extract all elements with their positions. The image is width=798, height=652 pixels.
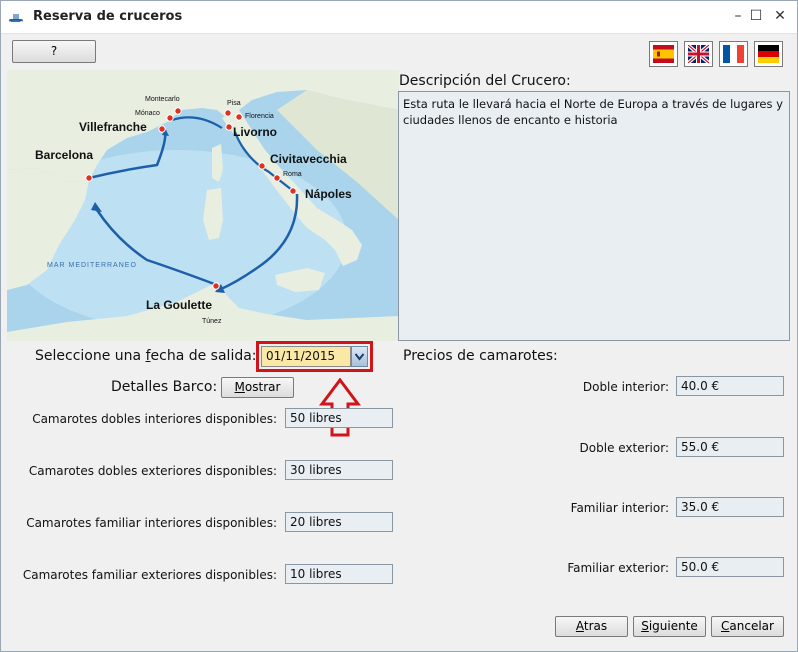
map-label-monaco: Mónaco — [135, 110, 160, 117]
availability-label: Camarotes familiar interiores disponible… — [26, 516, 277, 530]
close-icon[interactable]: ✕ — [771, 7, 789, 25]
spanish-flag-icon[interactable] — [649, 41, 678, 67]
availability-field[interactable]: 20 libres — [285, 512, 393, 532]
window-title: Reserva de cruceros — [33, 9, 183, 24]
price-label: Doble interior: — [582, 380, 669, 394]
date-dropdown-button[interactable] — [351, 346, 368, 367]
ship-details-label: Detalles Barco: — [111, 379, 218, 395]
departure-date-field[interactable]: 01/11/2015 — [261, 346, 351, 367]
availability-label: Camarotes familiar exteriores disponible… — [22, 568, 277, 582]
availability-label: Camarotes dobles interiores disponibles: — [32, 412, 277, 426]
map-label-villefranche: Villefranche — [79, 120, 147, 134]
price-label: Familiar exterior: — [567, 561, 669, 575]
uk-flag-icon[interactable] — [684, 41, 713, 67]
map-label-civitavecchia: Civitavecchia — [270, 152, 347, 166]
availability-label: Camarotes dobles exteriores disponibles: — [28, 464, 277, 478]
map-label-sea: MAR MEDITERRANEO — [47, 262, 137, 269]
back-button[interactable]: Atras — [555, 616, 628, 637]
france-flag-icon[interactable] — [719, 41, 748, 67]
map-label-montecarlo: Montecarlo — [145, 96, 180, 103]
availability-field[interactable]: 30 libres — [285, 460, 393, 480]
title-bar: Reserva de cruceros – ☐ ✕ — [1, 1, 797, 34]
cancel-button[interactable]: Cancelar — [711, 616, 784, 637]
cruise-route-map: Montecarlo Mónaco Villefranche Barcelona… — [7, 70, 399, 341]
description-label: Descripción del Crucero: — [399, 73, 571, 89]
price-field[interactable]: 40.0 € — [676, 376, 784, 396]
app-icon — [8, 14, 24, 22]
next-button[interactable]: Siguiente — [633, 616, 706, 637]
germany-flag-icon[interactable] — [754, 41, 783, 67]
app-window: Reserva de cruceros – ☐ ✕ ? Montecarlo M… — [0, 0, 798, 652]
price-field[interactable]: 55.0 € — [676, 437, 784, 457]
map-label-barcelona: Barcelona — [35, 148, 93, 162]
map-label-livorno: Livorno — [233, 125, 277, 139]
map-label-roma: Roma — [283, 171, 302, 178]
map-label-pisa: Pisa — [227, 100, 241, 107]
price-label: Doble exterior: — [579, 441, 669, 455]
price-label: Familiar interior: — [570, 501, 669, 515]
description-textarea[interactable]: Esta ruta le llevará hacia el Norte de E… — [398, 91, 790, 341]
price-field[interactable]: 50.0 € — [676, 557, 784, 577]
cabin-prices-heading: Precios de camarotes: — [403, 348, 558, 364]
map-label-tunez: Túnez — [202, 318, 222, 325]
departure-date-label: Seleccione una fecha de salida: — [35, 348, 257, 364]
map-label-la-goulette: La Goulette — [146, 298, 212, 312]
minimize-icon[interactable]: – — [729, 7, 747, 25]
chevron-down-icon — [354, 353, 365, 361]
show-ship-button[interactable]: Mostrar — [221, 377, 294, 398]
availability-field[interactable]: 10 libres — [285, 564, 393, 584]
map-label-florencia: Florencia — [245, 113, 274, 120]
price-field[interactable]: 35.0 € — [676, 497, 784, 517]
maximize-icon[interactable]: ☐ — [747, 7, 765, 25]
map-label-napoles: Nápoles — [305, 187, 352, 201]
availability-field[interactable]: 50 libres — [285, 408, 393, 428]
help-button[interactable]: ? — [12, 40, 96, 63]
